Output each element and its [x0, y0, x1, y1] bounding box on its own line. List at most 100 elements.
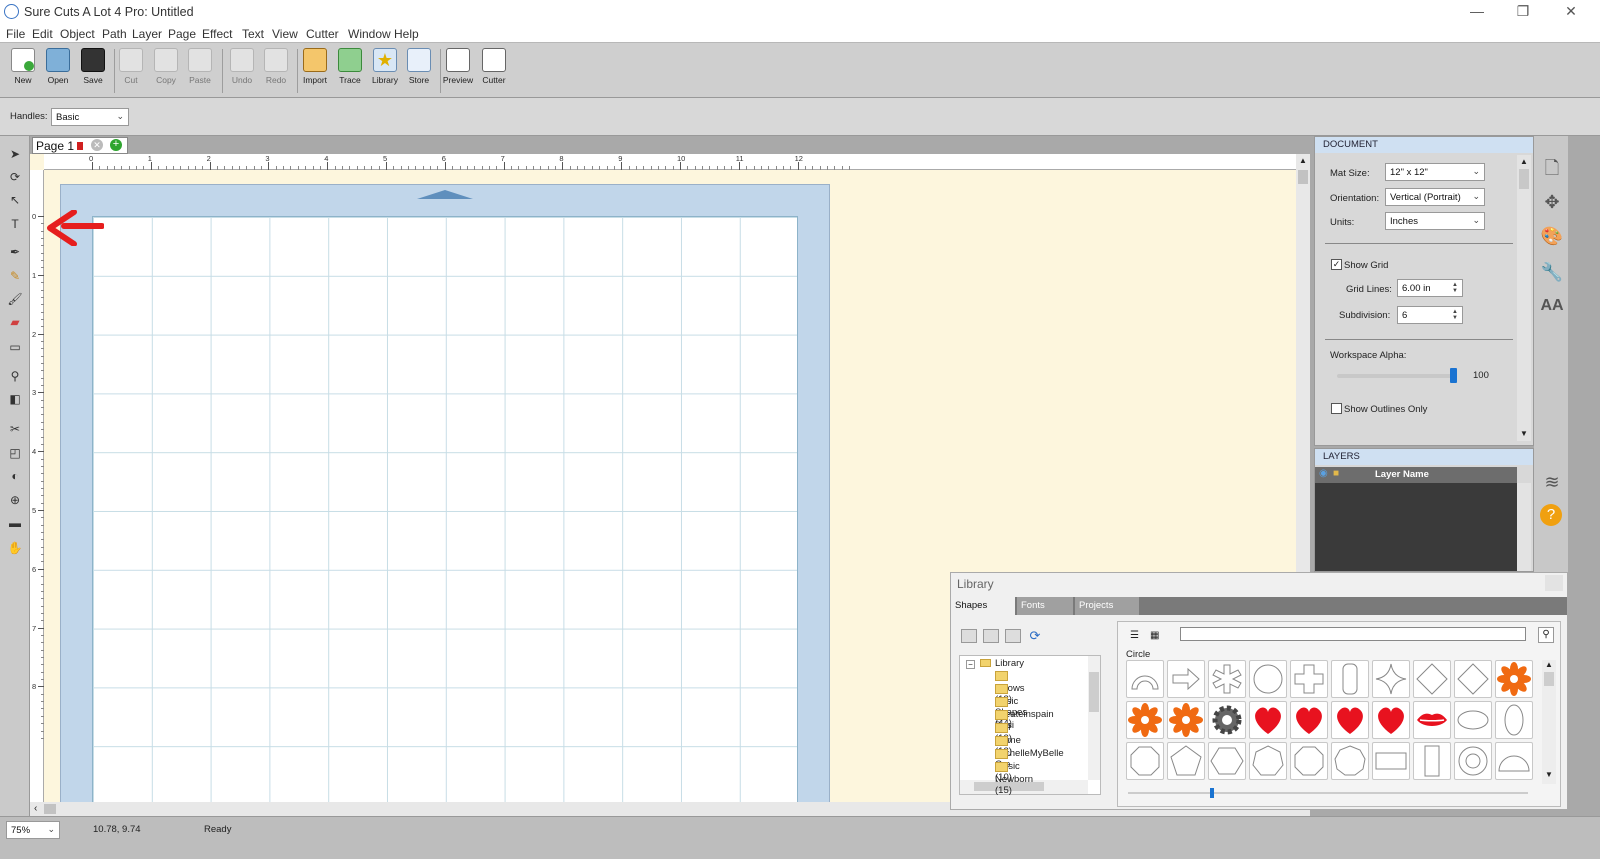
hand-pan-icon[interactable]: ✋	[5, 538, 25, 558]
wrench-icon[interactable]: 🔧	[1540, 260, 1564, 284]
close-page-icon[interactable]: ✕	[91, 139, 103, 151]
library-close-icon[interactable]	[1545, 575, 1563, 591]
menu-page[interactable]: Page	[168, 27, 196, 41]
menu-path[interactable]: Path	[102, 27, 127, 41]
arrow-shape[interactable]	[1167, 660, 1205, 698]
flower-shape[interactable]	[1495, 660, 1533, 698]
palette-icon[interactable]: 🎨	[1540, 224, 1564, 248]
cut-button[interactable]: Cut	[114, 48, 148, 96]
scroll-up-icon[interactable]: ▲	[1545, 660, 1553, 669]
scroll-up-icon[interactable]: ▲	[1520, 157, 1528, 166]
grid-lines-input[interactable]: 6.00 in ▲ ▼	[1397, 279, 1463, 297]
menu-text[interactable]: Text	[242, 27, 264, 41]
import-button[interactable]: Import	[298, 48, 332, 96]
copy-button[interactable]: Copy	[149, 48, 183, 96]
pentagon-shape[interactable]	[1167, 742, 1205, 780]
rectangle-vertical-shape[interactable]	[1413, 742, 1451, 780]
arch-shape[interactable]	[1126, 660, 1164, 698]
tab-fonts[interactable]: Fonts	[1017, 597, 1073, 615]
open-button[interactable]: Open	[41, 48, 75, 96]
tab-projects[interactable]: Projects	[1075, 597, 1139, 615]
new-button[interactable]: New	[6, 48, 40, 96]
shadow-icon[interactable]: ◐	[5, 466, 25, 486]
octagon-shape[interactable]	[1126, 742, 1164, 780]
tree-scrollbar[interactable]	[1088, 656, 1100, 780]
pencil-icon[interactable]: ✎	[5, 266, 25, 286]
scroll-down-icon[interactable]: ▼	[1545, 770, 1553, 779]
lock-icon[interactable]: ■	[1333, 468, 1339, 479]
preview-button[interactable]: Preview	[441, 48, 475, 96]
menu-help[interactable]: Help	[394, 27, 419, 41]
cutter-button[interactable]: Cutter	[477, 48, 511, 96]
tree-root[interactable]: Library	[980, 658, 1024, 669]
rectangle-tool-icon[interactable]: ▭	[5, 337, 25, 357]
orientation-select[interactable]: Vertical (Portrait) ⌄	[1385, 188, 1485, 206]
menu-window[interactable]: Window	[348, 27, 391, 41]
trace-button[interactable]: Trace	[333, 48, 367, 96]
scroll-up-icon[interactable]: ▲	[1299, 156, 1307, 165]
tree-collapse-icon[interactable]: −	[966, 660, 975, 669]
library-search-input[interactable]	[1180, 627, 1526, 641]
close-button[interactable]: ✕	[1556, 3, 1586, 20]
menu-view[interactable]: View	[272, 27, 298, 41]
semicircle-shape[interactable]	[1495, 742, 1533, 780]
zoom-icon[interactable]: ⊕	[5, 490, 25, 510]
tab-shapes[interactable]: Shapes	[951, 597, 1015, 615]
heart-shape[interactable]	[1290, 701, 1328, 739]
redo-button[interactable]: Redo	[259, 48, 293, 96]
heart-shape[interactable]	[1372, 701, 1410, 739]
panel-scrollbar[interactable]: ▲ ▼	[1517, 155, 1531, 441]
hexagon-shape[interactable]	[1208, 742, 1246, 780]
layers-stack-icon[interactable]: ≋	[1540, 470, 1564, 494]
diamond-shape[interactable]	[1413, 660, 1451, 698]
handles-select[interactable]: Basic ⌄	[51, 108, 129, 126]
save-button[interactable]: Save	[76, 48, 110, 96]
transform-icon[interactable]: ◰	[5, 443, 25, 463]
delete-folder-icon[interactable]	[983, 629, 999, 643]
menu-object[interactable]: Object	[60, 27, 95, 41]
brush-icon[interactable]: 🖌	[5, 289, 25, 309]
node-edit-icon[interactable]: ↖	[5, 190, 25, 210]
ring-shape[interactable]	[1454, 742, 1492, 780]
shapes-scrollbar[interactable]: ▲ ▼	[1542, 660, 1556, 784]
refresh-icon[interactable]: ⟳	[1027, 628, 1043, 644]
add-page-icon[interactable]: +	[110, 139, 122, 151]
folder-newborn[interactable]: Newborn (15)	[995, 762, 1033, 796]
document-page-icon[interactable]: 🗋	[1540, 156, 1564, 180]
page-tab[interactable]: Page 1 ✕ +	[32, 137, 128, 154]
eraser-icon[interactable]: ▰	[5, 312, 25, 332]
menu-file[interactable]: File	[6, 27, 25, 41]
layers-list[interactable]	[1315, 483, 1517, 571]
slider-thumb[interactable]	[1450, 368, 1457, 383]
text-tool-icon[interactable]: T	[5, 214, 25, 234]
octagon-shape[interactable]	[1290, 742, 1328, 780]
lasso-icon[interactable]: ⟳	[5, 167, 25, 187]
move-arrows-icon[interactable]: ✥	[1540, 190, 1564, 214]
mat-size-select[interactable]: 12" x 12" ⌄	[1385, 163, 1485, 181]
scroll-thumb[interactable]	[1519, 169, 1529, 189]
fill-tool-icon[interactable]: ◧	[5, 389, 25, 409]
new-folder-icon[interactable]	[961, 629, 977, 643]
circle-shape[interactable]	[1249, 660, 1287, 698]
cross-shape[interactable]	[1290, 660, 1328, 698]
scroll-down-icon[interactable]: ▼	[1520, 429, 1528, 438]
ellipse-vertical-shape[interactable]	[1495, 701, 1533, 739]
search-icon[interactable]: ⚲	[1538, 627, 1554, 643]
layers-scrollbar[interactable]	[1517, 483, 1531, 571]
asterisk-shape[interactable]	[1208, 660, 1246, 698]
menu-effect[interactable]: Effect	[202, 27, 232, 41]
design-grid[interactable]	[92, 216, 798, 802]
heart-shape[interactable]	[1331, 701, 1369, 739]
workspace-alpha-slider[interactable]	[1337, 368, 1457, 383]
scroll-thumb[interactable]	[1544, 672, 1554, 686]
flower-shape[interactable]	[1126, 701, 1164, 739]
paste-button[interactable]: Paste	[183, 48, 217, 96]
ellipse-shape[interactable]	[1454, 701, 1492, 739]
slider-thumb[interactable]	[1210, 788, 1214, 798]
menu-layer[interactable]: Layer	[132, 27, 162, 41]
undo-button[interactable]: Undo	[225, 48, 259, 96]
rectangle-shape[interactable]	[1372, 742, 1410, 780]
minimize-button[interactable]: —	[1462, 3, 1492, 19]
star4-shape[interactable]	[1372, 660, 1410, 698]
scroll-thumb[interactable]	[1298, 170, 1308, 184]
